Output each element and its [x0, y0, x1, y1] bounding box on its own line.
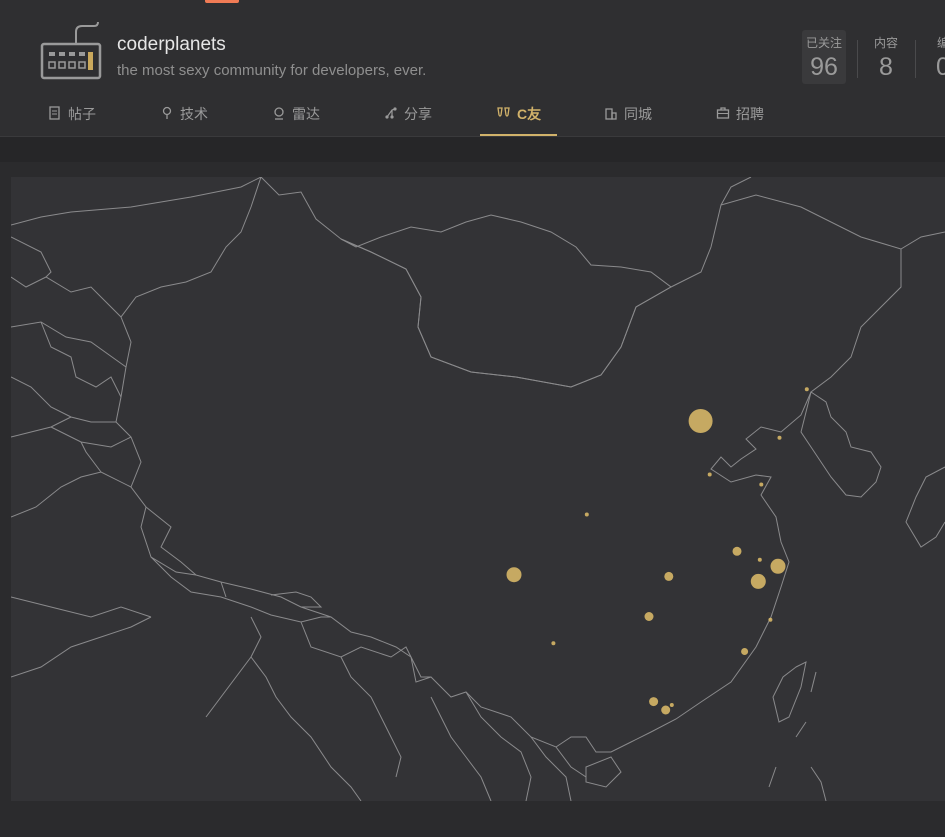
followed-count: 96 — [810, 53, 838, 81]
user-location-dot[interactable] — [506, 567, 522, 583]
tab-label: 雷达 — [292, 106, 320, 122]
user-location-dot[interactable] — [757, 557, 762, 562]
posts-icon — [49, 106, 60, 120]
community-header: coderplanets the most sexy community for… — [0, 12, 945, 137]
tab-city[interactable]: 同城 — [604, 104, 652, 136]
tab-label: 分享 — [404, 106, 432, 122]
country-borders — [11, 177, 945, 801]
taiwan-border — [772, 661, 807, 723]
top-nav-strip — [0, 0, 945, 12]
community-title: coderplanets — [117, 34, 226, 55]
user-location-dot[interactable] — [584, 512, 589, 517]
user-location-dot[interactable] — [768, 617, 773, 622]
china-map-svg — [11, 177, 945, 801]
user-location-dot[interactable] — [664, 571, 674, 581]
user-location-dot[interactable] — [649, 697, 659, 707]
user-location-dot[interactable] — [688, 409, 713, 433]
city-icon — [605, 108, 617, 120]
tab-label: 招聘 — [736, 106, 764, 122]
keyboard-logo-icon — [40, 22, 102, 80]
content-stat[interactable]: 内容 8 — [868, 30, 904, 82]
tab-tech[interactable]: 技术 — [160, 104, 208, 136]
china-border — [115, 177, 902, 753]
editors-label: 编 — [936, 36, 945, 50]
user-location-dot[interactable] — [741, 648, 749, 655]
editors-count: 0 — [936, 53, 945, 81]
india-border — [145, 506, 197, 576]
user-location-dot[interactable] — [750, 573, 766, 589]
community-tabs: 帖子 技术 雷达 分享 C友 同城 招聘 — [0, 104, 945, 136]
radar-icon — [274, 107, 284, 120]
user-location-dot[interactable] — [759, 482, 764, 487]
user-location-dot[interactable] — [804, 387, 809, 392]
tech-icon — [162, 106, 172, 119]
user-location-dot[interactable] — [707, 472, 712, 477]
community-subtitle: the most sexy community for developers, … — [117, 62, 427, 79]
map-section — [0, 137, 945, 837]
stat-divider — [915, 40, 916, 78]
jobs-icon — [716, 107, 730, 119]
stat-divider — [857, 40, 858, 78]
korea-border — [800, 391, 882, 498]
russia-border — [11, 177, 262, 226]
user-location-dot[interactable] — [644, 612, 654, 621]
user-location-dot[interactable] — [732, 546, 742, 556]
tab-share[interactable]: 分享 — [384, 104, 432, 136]
mongolia-border — [340, 214, 672, 388]
tab-cheers[interactable]: C友 — [479, 104, 558, 136]
user-location-dot[interactable] — [669, 703, 674, 707]
japan-border — [905, 466, 945, 548]
notification-badge — [205, 0, 239, 3]
user-location-dot[interactable] — [777, 435, 782, 440]
tab-posts[interactable]: 帖子 — [48, 104, 96, 136]
tab-radar[interactable]: 雷达 — [272, 104, 320, 136]
user-location-dot[interactable] — [661, 705, 671, 715]
tab-jobs[interactable]: 招聘 — [716, 104, 764, 136]
content-label: 内容 — [873, 36, 898, 50]
share-icon — [385, 107, 397, 119]
hainan-border — [585, 756, 622, 788]
followed-label: 已关注 — [805, 36, 842, 50]
tab-label: 同城 — [624, 106, 652, 122]
tab-label: C友 — [517, 106, 542, 122]
tab-label: 技术 — [180, 106, 208, 122]
user-location-dot[interactable] — [551, 641, 556, 646]
section-divider — [0, 137, 945, 162]
editors-stat[interactable]: 编 0 — [928, 30, 945, 82]
content-count: 8 — [879, 53, 893, 81]
tab-label: 帖子 — [68, 106, 96, 122]
user-distribution-map[interactable] — [11, 177, 945, 801]
user-location-dot[interactable] — [770, 558, 786, 574]
cheers-icon — [497, 107, 510, 117]
user-dots-layer — [506, 387, 809, 715]
followed-stat[interactable]: 已关注 96 — [802, 30, 846, 84]
